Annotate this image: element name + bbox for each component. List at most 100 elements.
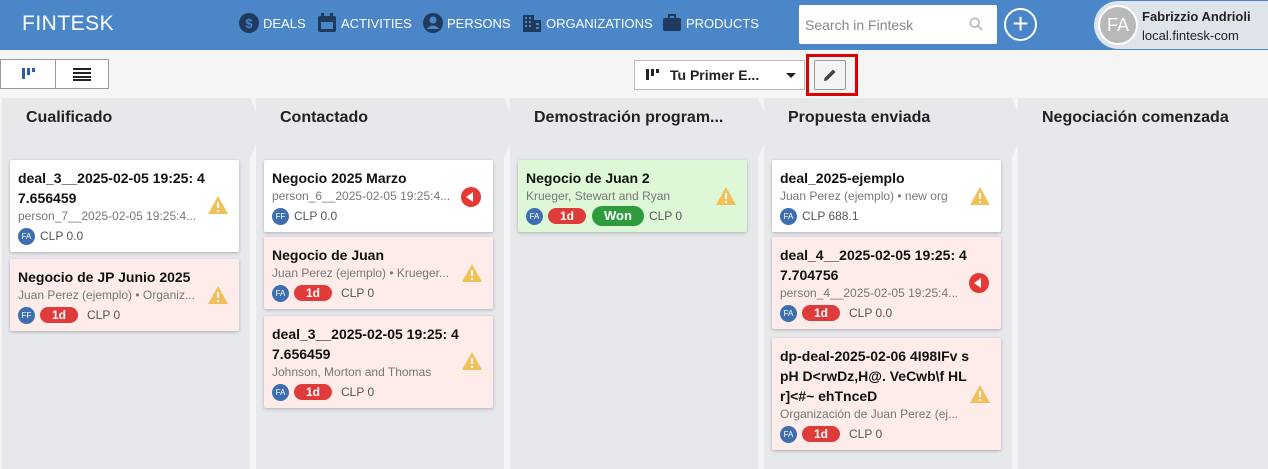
- deal-title: Negocio de Juan: [272, 247, 385, 263]
- deal-value: CLP 0.0: [849, 306, 893, 320]
- deal-card[interactable]: deal_3__2025-02-05 19:25: 47.656459 Johns…: [264, 316, 493, 408]
- warning-icon: [461, 263, 483, 283]
- deal-meta: FA 1d CLP 0: [780, 425, 993, 443]
- kanban-view-button[interactable]: [1, 60, 55, 88]
- age-badge: 1d: [294, 285, 333, 301]
- won-badge: Won: [592, 206, 644, 226]
- overdue-icon: [969, 273, 989, 293]
- stage-title: Negociación comenzada: [1042, 109, 1229, 126]
- pencil-icon: [824, 69, 836, 81]
- stage-arrow: [758, 98, 771, 158]
- person-icon: [423, 13, 443, 33]
- pipeline-icon: [646, 69, 659, 80]
- app-logo[interactable]: FINTESK: [22, 12, 114, 36]
- deal-value: CLP 0: [849, 427, 883, 441]
- chevron-down-icon: [786, 73, 796, 78]
- stage-column: Negociación comenzada: [1018, 98, 1268, 469]
- plus-icon: +: [1012, 7, 1029, 39]
- stage-title: Cualificado: [26, 109, 113, 126]
- stage-arrow: [250, 98, 263, 158]
- stage-arrow: [1012, 98, 1025, 158]
- deal-meta: FA 1d Won CLP 0: [526, 206, 739, 226]
- warning-icon: [207, 195, 229, 215]
- view-toggle: [0, 59, 109, 89]
- user-avatar: FA: [1098, 5, 1138, 45]
- deal-card[interactable]: Negocio 2025 Marzo person_6__2025-02-05 1…: [264, 160, 493, 232]
- owner-avatar: FA: [18, 227, 35, 245]
- user-menu[interactable]: FA Fabrizzio Andrioli local.fintesk-com: [1094, 1, 1268, 49]
- edit-pipeline-button[interactable]: [814, 60, 846, 90]
- dollar-icon: $: [239, 13, 259, 33]
- owner-avatar: FA: [272, 383, 289, 401]
- deal-meta: FA CLP 0.0: [18, 227, 231, 245]
- stage-column: Contactado Negocio 2025 Marzo person_6__20…: [256, 98, 517, 469]
- search-input[interactable]: [805, 16, 965, 33]
- deal-subtitle: person_4__2025-02-05 19:25:4...: [780, 286, 959, 300]
- nav-deals-label: DEALS: [263, 15, 306, 31]
- deal-value: CLP 0: [341, 385, 375, 399]
- list-view-button[interactable]: [54, 60, 109, 88]
- warning-icon: [969, 384, 991, 404]
- deal-title: Negocio de Juan 2: [526, 170, 650, 186]
- deal-subtitle: Juan Perez (ejemplo) • Organiz...: [18, 288, 195, 302]
- deal-value: CLP 0: [341, 286, 375, 300]
- deal-card[interactable]: deal_2025-ejemplo Juan Perez (ejemplo) • …: [772, 160, 1001, 232]
- user-domain: local.fintesk-com: [1142, 28, 1239, 43]
- nav-products[interactable]: PRODUCTS: [662, 13, 759, 33]
- deal-subtitle: Johnson, Morton and Thomas: [272, 365, 432, 379]
- deal-title: Negocio de JP Junio 2025: [18, 269, 191, 285]
- nav-activities[interactable]: ACTIVITIES: [317, 13, 412, 33]
- nav-deals[interactable]: $ DEALS: [239, 13, 306, 33]
- list-icon: [72, 68, 91, 81]
- deal-meta: FA 1d CLP 0.0: [780, 304, 993, 322]
- deal-card[interactable]: Negocio de Juan 2 Krueger, Stewart and Ry…: [518, 160, 747, 232]
- kanban-icon: [21, 68, 35, 79]
- owner-avatar: FF: [18, 306, 35, 324]
- owner-avatar: FF: [272, 207, 289, 225]
- stage-column: Demostración program... Negocio de Juan 2…: [510, 98, 771, 469]
- deal-title: Negocio 2025 Marzo: [272, 170, 407, 186]
- nav-organizations[interactable]: ORGANIZATIONS: [522, 13, 653, 33]
- add-button[interactable]: +: [1004, 8, 1037, 41]
- deal-meta: FA 1d CLP 0: [272, 383, 485, 401]
- calendar-icon: [318, 13, 336, 32]
- deal-card[interactable]: deal_4__2025-02-05 19:25: 47.704756 perso…: [772, 237, 1001, 329]
- warning-icon: [969, 186, 991, 206]
- briefcase-icon: [663, 14, 681, 31]
- user-name: Fabrizzio Andrioli: [1142, 9, 1251, 24]
- deal-subtitle: Organización de Juan Perez (ej...: [780, 407, 959, 421]
- age-badge: 1d: [40, 307, 79, 323]
- deal-value: CLP 0: [87, 308, 121, 322]
- deal-subtitle: person_7__2025-02-05 19:25:4...: [18, 209, 197, 223]
- search-icon[interactable]: [969, 17, 983, 31]
- deal-subtitle: person_6__2025-02-05 19:25:4...: [272, 189, 451, 203]
- deal-value: CLP 688.1: [802, 209, 859, 223]
- deal-subtitle: Krueger, Stewart and Ryan: [526, 189, 671, 203]
- deal-card[interactable]: Negocio de JP Junio 2025 Juan Perez (ejem…: [10, 259, 239, 331]
- deal-title: dp-deal-2025-02-06 4I98IFv spH D<rwDz,H@…: [780, 348, 970, 404]
- building-icon: [523, 15, 541, 32]
- deal-value: CLP 0.0: [294, 209, 338, 223]
- warning-icon: [715, 186, 737, 206]
- age-badge: 1d: [294, 384, 333, 400]
- nav-persons[interactable]: PERSONS: [423, 13, 511, 33]
- owner-avatar: FA: [272, 284, 289, 302]
- nav-products-label: PRODUCTS: [686, 15, 759, 31]
- deal-meta: FF CLP 0.0: [272, 207, 485, 225]
- deal-card[interactable]: deal_3__2025-02-05 19:25: 47.656459 perso…: [10, 160, 239, 252]
- age-badge: 1d: [802, 305, 841, 321]
- deal-card[interactable]: Negocio de Juan Juan Perez (ejemplo) • Kr…: [264, 237, 493, 309]
- nav-activities-label: ACTIVITIES: [341, 15, 412, 31]
- top-bar: FINTESK $ DEALS ACTIVITIES PERSONS ORGAN…: [0, 0, 1268, 50]
- stage-title: Demostración program...: [534, 109, 724, 126]
- warning-icon: [207, 285, 229, 305]
- deal-title: deal_3__2025-02-05 19:25: 47.656459: [272, 326, 459, 362]
- age-badge: 1d: [548, 208, 587, 224]
- stage-arrow: [504, 98, 517, 158]
- stage-title: Contactado: [280, 109, 368, 126]
- deal-card[interactable]: dp-deal-2025-02-06 4I98IFv spH D<rwDz,H@…: [772, 338, 1001, 450]
- owner-avatar: FA: [780, 425, 797, 443]
- pipeline-select[interactable]: Tu Primer E...: [634, 60, 805, 90]
- warning-icon: [461, 351, 483, 371]
- nav-persons-label: PERSONS: [447, 15, 511, 31]
